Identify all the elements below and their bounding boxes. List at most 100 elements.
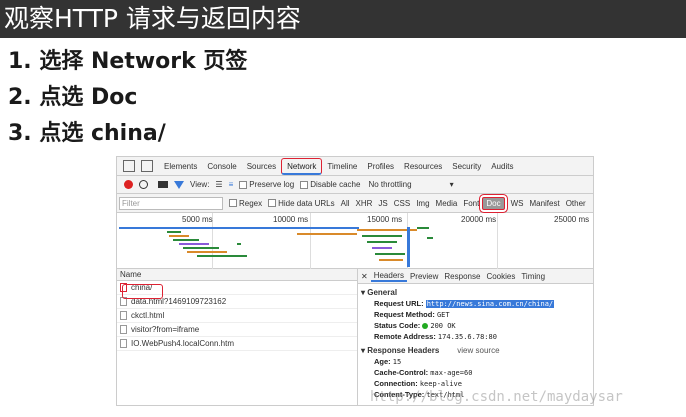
tab-elements[interactable]: Elements [159,157,202,176]
timeline-bar [375,253,405,255]
tab-resources[interactable]: Resources [399,157,447,176]
tab-timeline[interactable]: Timeline [322,157,362,176]
header-row: Cache-Control: max-age=60 [374,368,473,377]
step-2: 2. 点选 Doc [8,85,138,110]
hide-data-urls-checkbox[interactable] [268,199,277,207]
preserve-log-checkbox[interactable] [239,180,248,189]
request-row[interactable]: IO.WebPush4.localConn.htm [117,337,357,351]
tick-line [310,213,311,269]
filter-type-font[interactable]: Font [460,199,482,208]
screenshot-icon[interactable] [158,181,168,188]
chevron-down-icon[interactable]: ▾ [450,180,454,189]
preserve-log-label: Preserve log [249,180,295,189]
tick-label: 20000 ms [461,215,497,224]
timeline-bar [187,251,227,253]
waterfall-icon[interactable]: ≡ [229,180,234,189]
request-row[interactable]: ckctl.html [117,309,357,323]
tab-response[interactable]: Response [441,272,483,281]
timeline-overview[interactable]: 5000 ms 10000 ms 15000 ms 20000 ms 25000… [117,213,593,269]
devtools-panel: Elements Console Sources Network Timelin… [116,156,594,406]
tab-preview[interactable]: Preview [407,272,441,281]
header-row: Age: 15 [374,357,402,366]
timeline-bar [183,247,219,249]
regex-label: Regex [239,198,263,208]
close-icon[interactable]: ✕ [358,272,371,281]
tick-label: 25000 ms [554,215,590,224]
device-mode-icon[interactable] [141,160,153,172]
timeline-marker [407,227,410,267]
filter-type-all[interactable]: All [338,199,353,208]
request-row[interactable]: visitor?from=iframe [117,323,357,337]
inspect-icon[interactable] [123,160,135,172]
timeline-bar [379,259,403,261]
response-headers-section[interactable]: ▾ Response Headers view source [358,345,593,356]
regex-checkbox[interactable] [229,199,237,207]
record-icon[interactable] [124,180,133,189]
timeline-bar [197,255,247,257]
filter-icon[interactable] [174,180,184,189]
detail-tab-bar: ✕ Headers Preview Response Cookies Timin… [358,269,593,284]
timeline-bar [372,247,392,249]
filter-type-manifest[interactable]: Manifest [526,199,562,208]
request-name: visitor?from=iframe [131,325,200,334]
step-3: 3. 点选 china/ [8,121,166,146]
request-detail: ✕ Headers Preview Response Cookies Timin… [358,269,593,405]
remote-address-row: Remote Address: 174.35.6.78:80 [374,332,497,341]
slide-title: 观察HTTP 请求与返回内容 [0,0,686,38]
view-label: View: [190,180,210,189]
tick-label: 15000 ms [367,215,403,224]
throttling-select[interactable]: No throttling [368,180,411,189]
general-section[interactable]: ▾ General [358,287,593,298]
header-row: Connection: keep-alive [374,379,462,388]
filter-input[interactable]: Filter [119,196,223,210]
tab-headers[interactable]: Headers [370,271,407,282]
timeline-bar [169,235,189,237]
filter-type-ws[interactable]: WS [508,199,527,208]
filter-bar: Filter Regex Hide data URLs All XHR JS C… [117,194,593,213]
view-source-link[interactable]: view source [457,346,499,355]
tab-profiles[interactable]: Profiles [362,157,399,176]
filter-type-xhr[interactable]: XHR [353,199,376,208]
filter-type-img[interactable]: Img [413,199,432,208]
list-view-icon[interactable]: ☰ [215,180,222,189]
step-1: 1. 选择 Network 页签 [8,49,248,74]
devtools-tab-bar: Elements Console Sources Network Timelin… [117,157,593,176]
request-method-row: Request Method: GET [374,310,450,319]
hide-data-urls-label: Hide data URLs [278,198,335,208]
document-icon [120,339,127,348]
tick-line [497,213,498,269]
tick-label: 5000 ms [182,215,213,224]
filter-type-css[interactable]: CSS [391,199,413,208]
timeline-bar [362,235,402,237]
tab-timing[interactable]: Timing [518,272,548,281]
filter-type-doc[interactable]: Doc [482,196,505,210]
general-title: General [367,288,398,297]
timeline-bar [427,237,433,239]
request-name: ckctl.html [131,311,165,320]
filter-type-other[interactable]: Other [563,199,589,208]
request-url-row: Request URL: http://news.sina.com.cn/chi… [374,299,555,308]
tab-sources[interactable]: Sources [242,157,281,176]
steps-list: 1. 选择 Network 页签 2. 点选 Doc 3. 点选 china/ [8,44,247,152]
clear-icon[interactable] [139,180,148,189]
timeline-bar [297,233,357,235]
timeline-bar [179,243,209,245]
request-url-value[interactable]: http://news.sina.com.cn/china/ [425,300,555,308]
network-toolbar: View: ☰ ≡ Preserve log Disable cache No … [117,176,593,194]
document-icon [120,325,127,334]
tab-audits[interactable]: Audits [486,157,518,176]
document-icon [120,311,127,320]
disable-cache-checkbox[interactable] [300,180,309,189]
name-column-header[interactable]: Name [117,269,357,281]
filter-type-js[interactable]: JS [375,199,390,208]
tab-cookies[interactable]: Cookies [483,272,518,281]
tab-network[interactable]: Network [281,157,323,175]
status-ok-icon [422,323,429,330]
tab-console[interactable]: Console [202,157,241,176]
highlight-box [122,284,163,299]
tick-label: 10000 ms [273,215,309,224]
tab-security[interactable]: Security [447,157,486,176]
timeline-bar [367,241,397,243]
watermark: http://blog.csdn.net/maydaysar [370,389,623,405]
filter-type-media[interactable]: Media [433,199,461,208]
